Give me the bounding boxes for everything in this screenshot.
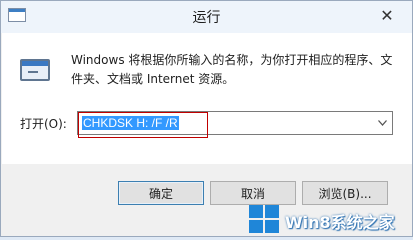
open-combobox[interactable]: CHKDSK H: /F /R <box>77 111 393 135</box>
title-bar[interactable]: 运行 ✕ <box>1 1 412 33</box>
close-icon: ✕ <box>380 5 394 25</box>
watermark-text: Win8系统之家 <box>285 213 395 232</box>
open-label: 打开(O): <box>20 117 67 131</box>
dialog-content: Windows 将根据你所输入的名称，为你打开相应的程序、文件夹、文档或 Int… <box>2 33 412 164</box>
run-dialog: 运行 ✕ Windows 将根据你所输入的名称，为你打开相应的程序、文件夹、文档… <box>0 0 413 237</box>
run-icon <box>20 59 50 81</box>
windows-logo-icon <box>249 205 279 233</box>
ok-button[interactable]: 确定 <box>118 181 204 205</box>
open-input-value[interactable]: CHKDSK H: /F /R <box>82 116 179 130</box>
chevron-down-icon[interactable] <box>375 115 389 131</box>
description-text: Windows 将根据你所输入的名称，为你打开相应的程序、文件夹、文档或 Int… <box>71 53 393 86</box>
watermark: Win8系统之家 <box>247 201 413 238</box>
close-button[interactable]: ✕ <box>365 1 409 29</box>
window-title: 运行 <box>192 10 221 26</box>
